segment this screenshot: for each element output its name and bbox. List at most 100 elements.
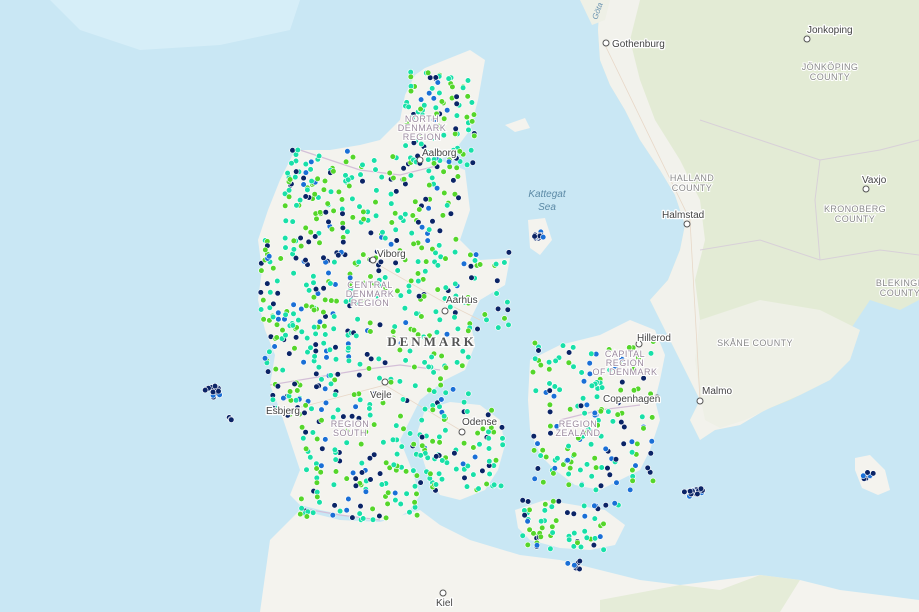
observation-point[interactable] [274, 290, 281, 297]
observation-point[interactable] [524, 518, 531, 525]
observation-point[interactable] [354, 316, 361, 323]
observation-point[interactable] [298, 305, 305, 313]
observation-point[interactable] [452, 125, 459, 132]
observation-point[interactable] [282, 235, 289, 242]
observation-point[interactable] [303, 445, 310, 452]
observation-point[interactable] [464, 408, 471, 415]
observation-point[interactable] [345, 176, 352, 183]
observation-point[interactable] [393, 422, 400, 429]
observation-point[interactable] [316, 499, 323, 506]
observation-point[interactable] [470, 444, 477, 451]
observation-point[interactable] [287, 176, 294, 183]
observation-point[interactable] [460, 260, 468, 267]
observation-point[interactable] [372, 199, 379, 206]
observation-point[interactable] [612, 456, 620, 463]
observation-point[interactable] [597, 408, 604, 415]
observation-point[interactable] [388, 200, 395, 207]
observation-point[interactable] [290, 301, 297, 308]
observation-point[interactable] [357, 171, 364, 178]
observation-point[interactable] [320, 186, 328, 193]
observation-point[interactable] [312, 233, 319, 240]
observation-point[interactable] [295, 317, 302, 324]
observation-point[interactable] [366, 405, 373, 412]
observation-point[interactable] [588, 350, 595, 357]
observation-point[interactable] [356, 361, 364, 368]
observation-point[interactable] [432, 74, 439, 81]
observation-point[interactable] [526, 526, 533, 533]
observation-point[interactable] [330, 207, 337, 214]
observation-point[interactable] [461, 399, 468, 406]
observation-point[interactable] [314, 175, 321, 182]
observation-point[interactable] [549, 529, 556, 536]
observation-point[interactable] [687, 488, 694, 495]
observation-point[interactable] [474, 325, 481, 333]
observation-point[interactable] [524, 541, 531, 549]
observation-point[interactable] [294, 387, 301, 394]
observation-point[interactable] [357, 503, 364, 510]
observation-point[interactable] [358, 460, 365, 467]
observation-point[interactable] [411, 483, 419, 490]
observation-point[interactable] [313, 215, 320, 222]
observation-point[interactable] [373, 212, 380, 219]
observation-point[interactable] [440, 168, 447, 175]
observation-point[interactable] [485, 435, 492, 442]
observation-point[interactable] [289, 322, 296, 329]
observation-point[interactable] [299, 424, 306, 431]
observation-point[interactable] [609, 418, 617, 425]
observation-point[interactable] [414, 270, 422, 277]
observation-point[interactable] [593, 393, 601, 400]
observation-point[interactable] [546, 366, 553, 373]
observation-point[interactable] [423, 258, 430, 265]
observation-point[interactable] [392, 259, 399, 267]
observation-point[interactable] [413, 490, 420, 498]
observation-point[interactable] [463, 113, 471, 121]
observation-point[interactable] [261, 355, 269, 362]
observation-point[interactable] [372, 166, 379, 173]
observation-point[interactable] [532, 355, 539, 362]
observation-point[interactable] [402, 142, 409, 149]
observation-point[interactable] [343, 507, 350, 514]
observation-point[interactable] [327, 380, 335, 388]
observation-point[interactable] [301, 409, 308, 417]
observation-point[interactable] [293, 334, 300, 341]
observation-point[interactable] [298, 495, 305, 503]
observation-point[interactable] [426, 90, 433, 97]
observation-point[interactable] [571, 529, 578, 537]
observation-point[interactable] [319, 445, 326, 452]
observation-point[interactable] [604, 465, 611, 472]
observation-point[interactable] [303, 302, 310, 309]
observation-point[interactable] [371, 421, 378, 428]
observation-point[interactable] [332, 281, 339, 288]
observation-point[interactable] [406, 288, 413, 295]
observation-point[interactable] [318, 462, 325, 469]
observation-point[interactable] [290, 270, 297, 277]
observation-point[interactable] [441, 413, 448, 420]
observation-point[interactable] [376, 375, 383, 382]
observation-point[interactable] [389, 153, 396, 160]
observation-point[interactable] [590, 541, 598, 549]
observation-point[interactable] [470, 471, 477, 478]
observation-point[interactable] [600, 520, 607, 528]
observation-point[interactable] [378, 174, 385, 181]
observation-point[interactable] [429, 406, 436, 413]
observation-point[interactable] [312, 347, 319, 355]
observation-point[interactable] [332, 456, 339, 463]
observation-point[interactable] [418, 313, 425, 320]
observation-point[interactable] [275, 316, 282, 323]
observation-point[interactable] [436, 470, 443, 477]
observation-point[interactable] [524, 498, 532, 505]
observation-point[interactable] [339, 210, 346, 217]
observation-point[interactable] [613, 479, 620, 486]
observation-point[interactable] [452, 130, 459, 137]
observation-point[interactable] [303, 281, 310, 289]
observation-point[interactable] [313, 383, 320, 390]
observation-point[interactable] [597, 533, 604, 540]
observation-point[interactable] [417, 452, 424, 459]
observation-point[interactable] [499, 441, 506, 448]
observation-point[interactable] [533, 542, 541, 549]
observation-point[interactable] [410, 467, 417, 474]
observation-point[interactable] [335, 252, 342, 259]
observation-point[interactable] [649, 477, 657, 485]
observation-point[interactable] [392, 489, 399, 497]
observation-point[interactable] [504, 306, 511, 313]
